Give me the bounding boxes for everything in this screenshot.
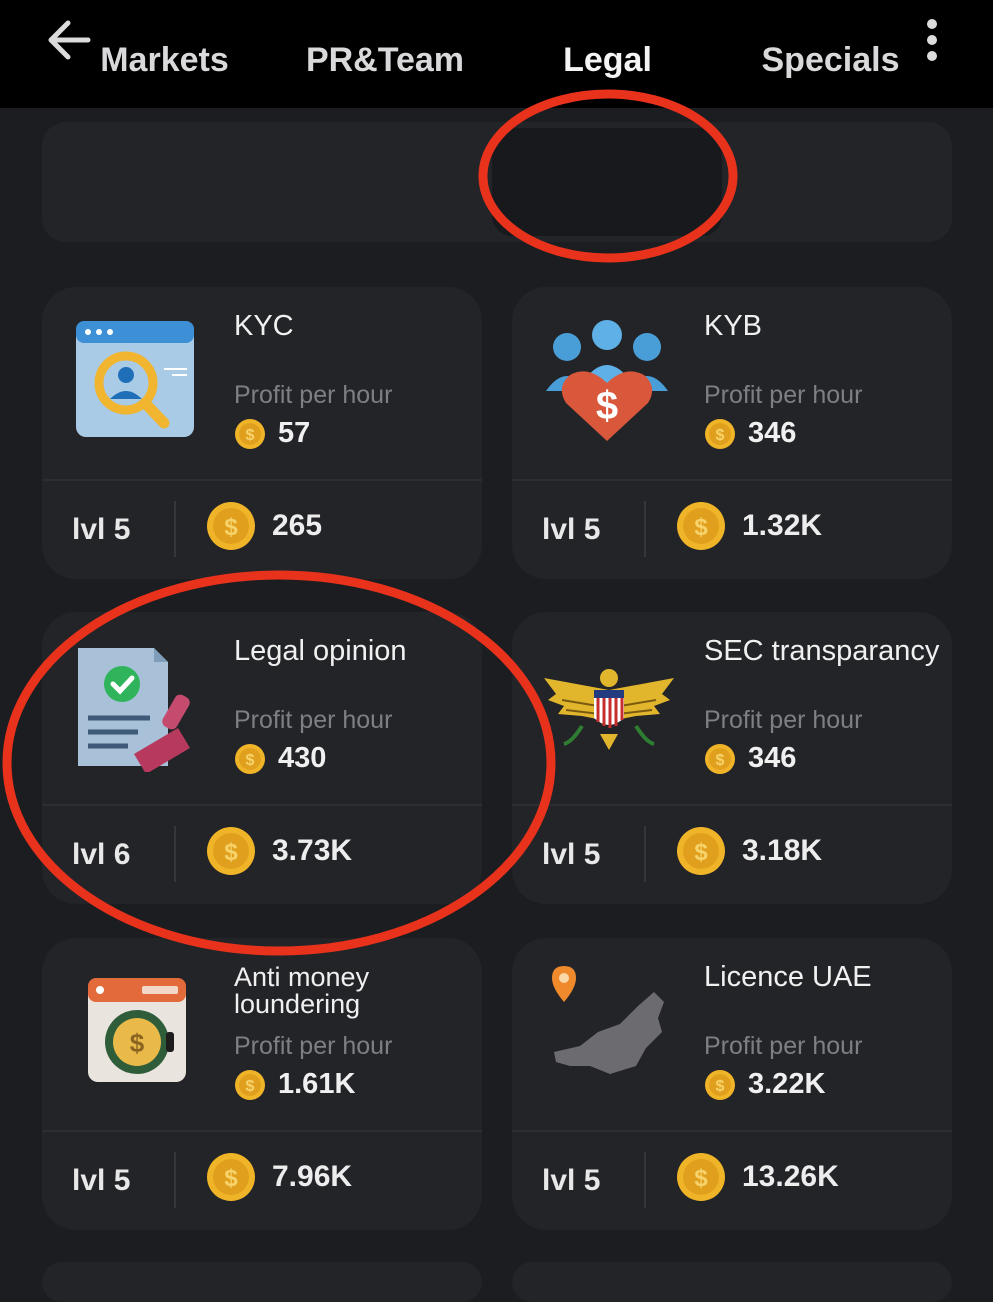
level-label: lvl 5 xyxy=(542,1164,601,1197)
tab-pr-team[interactable]: PR&Team xyxy=(290,0,480,120)
level-label: lvl 5 xyxy=(542,838,601,871)
card-anti-money-loundering[interactable]: $ Anti money loundering Profit per hour … xyxy=(42,938,482,1230)
level-label: lvl 5 xyxy=(72,513,131,546)
card-title: SEC transparancy xyxy=(704,635,940,667)
svg-text:$: $ xyxy=(246,1078,255,1095)
upgrade-cost: 3.73K xyxy=(272,834,353,867)
profit-value: 1.61K xyxy=(278,1068,356,1100)
card-licence-uae[interactable]: Licence UAE Profit per hour $ 3.22K lvl … xyxy=(512,938,952,1230)
profit-label: Profit per hour xyxy=(704,381,863,409)
coin-icon: $ xyxy=(207,502,255,550)
coin-icon: $ xyxy=(705,1070,735,1100)
coin-icon: $ xyxy=(235,419,265,449)
divider xyxy=(42,479,482,481)
upgrade-cost: 13.26K xyxy=(742,1160,839,1193)
svg-text:$: $ xyxy=(694,839,708,866)
active-tab-indicator xyxy=(492,128,722,236)
profit-label: Profit per hour xyxy=(234,706,393,734)
upgrade-cost: 7.96K xyxy=(272,1160,353,1193)
tab-markets[interactable]: Markets xyxy=(62,0,267,120)
profit-label: Profit per hour xyxy=(704,706,863,734)
coin-icon: $ xyxy=(705,744,735,774)
divider xyxy=(644,826,646,882)
card-title: KYC xyxy=(234,310,294,342)
coin-icon: $ xyxy=(235,744,265,774)
upgrade-cost: 3.18K xyxy=(742,834,823,867)
svg-text:$: $ xyxy=(694,1165,708,1192)
card-sec-transparancy[interactable]: SEC transparancy Profit per hour $ 346 l… xyxy=(512,612,952,904)
upgrade-cost: 1.32K xyxy=(742,509,823,542)
eagle-seal-icon xyxy=(544,669,674,750)
profit-value: 346 xyxy=(748,742,797,774)
kyc-search-icon xyxy=(76,321,194,437)
upgrade-cost: 265 xyxy=(272,509,323,542)
profit-label: Profit per hour xyxy=(704,1032,863,1060)
coin-icon: $ xyxy=(677,827,725,875)
divider xyxy=(174,1152,176,1208)
uae-map-pin-icon xyxy=(552,966,664,1074)
divider xyxy=(644,501,646,557)
profit-label: Profit per hour xyxy=(234,1032,393,1060)
coin-icon: $ xyxy=(207,1153,255,1201)
divider xyxy=(512,804,952,806)
kyb-team-icon: $ xyxy=(546,320,668,441)
profit-value: 346 xyxy=(748,417,797,449)
divider xyxy=(42,1130,482,1132)
level-label: lvl 5 xyxy=(542,513,601,546)
divider xyxy=(174,826,176,882)
washing-machine-coin-icon: $ xyxy=(88,978,186,1082)
card-title: Legal opinion xyxy=(234,635,407,667)
legal-document-stamp-icon xyxy=(78,648,190,772)
tab-legal[interactable]: Legal xyxy=(500,0,715,120)
divider xyxy=(644,1152,646,1208)
svg-text:$: $ xyxy=(224,839,238,866)
svg-text:$: $ xyxy=(130,1028,145,1058)
card-kyc[interactable]: KYC Profit per hour $ 57 lvl 5 $ 265 xyxy=(42,287,482,579)
card-legal-opinion[interactable]: Legal opinion Profit per hour $ 430 lvl … xyxy=(42,612,482,904)
profit-value: 430 xyxy=(278,742,327,774)
divider xyxy=(512,1130,952,1132)
coin-icon: $ xyxy=(705,419,735,449)
divider xyxy=(42,804,482,806)
card-partial[interactable] xyxy=(512,1262,952,1302)
profit-label: Profit per hour xyxy=(234,381,393,409)
svg-text:$: $ xyxy=(716,752,725,769)
profit-value: 3.22K xyxy=(748,1068,826,1100)
svg-text:$: $ xyxy=(224,514,238,541)
svg-text:$: $ xyxy=(246,752,255,769)
divider xyxy=(512,479,952,481)
card-title: Licence UAE xyxy=(704,961,872,993)
level-label: lvl 6 xyxy=(72,838,131,871)
card-title: KYB xyxy=(704,310,763,342)
level-label: lvl 5 xyxy=(72,1164,131,1197)
svg-text:$: $ xyxy=(246,427,255,444)
divider xyxy=(174,501,176,557)
coin-icon: $ xyxy=(235,1070,265,1100)
svg-text:$: $ xyxy=(694,514,708,541)
svg-text:$: $ xyxy=(716,1078,725,1095)
coin-icon: $ xyxy=(677,1153,725,1201)
coin-icon: $ xyxy=(207,827,255,875)
svg-text:$: $ xyxy=(596,384,618,428)
card-title: Anti money loundering xyxy=(234,962,370,1019)
tab-specials[interactable]: Specials xyxy=(728,0,933,120)
profit-value: 57 xyxy=(278,417,311,449)
svg-text:$: $ xyxy=(224,1165,238,1192)
card-kyb[interactable]: $ KYB Profit per hour $ 346 lvl 5 $ 1.32… xyxy=(512,287,952,579)
card-partial[interactable] xyxy=(42,1262,482,1302)
coin-icon: $ xyxy=(677,502,725,550)
svg-text:$: $ xyxy=(716,427,725,444)
